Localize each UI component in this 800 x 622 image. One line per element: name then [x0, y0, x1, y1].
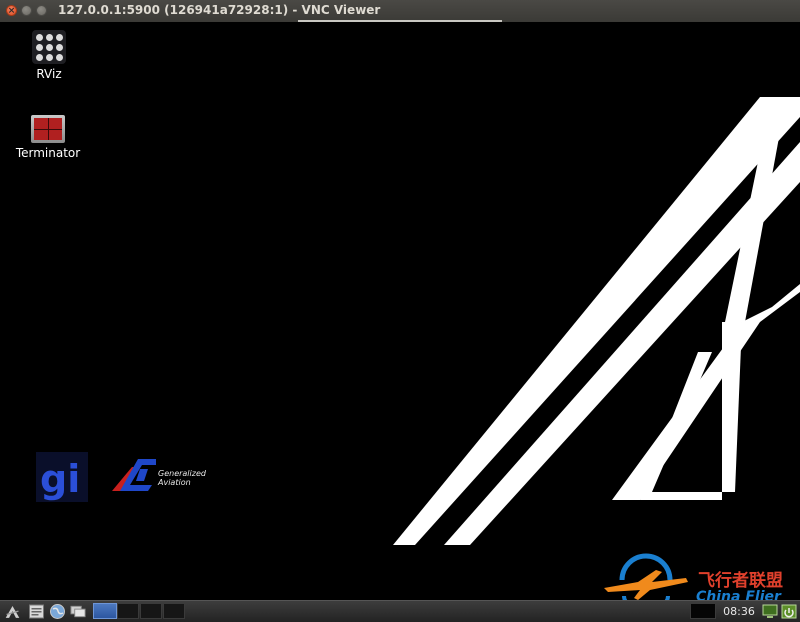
desktop-icon-rviz[interactable]: RViz [22, 30, 76, 81]
watermark-chinese-text: 飞行者联盟 [698, 571, 783, 591]
taskbar-task[interactable] [117, 603, 139, 619]
rviz-icon [32, 30, 66, 64]
show-desktop-icon[interactable] [70, 603, 87, 620]
start-menu-icon[interactable] [4, 603, 21, 620]
generalized-aviation-logo [112, 459, 156, 491]
taskbar: 08:36 [0, 600, 800, 622]
remote-desktop[interactable]: RViz Terminator gi Generalized Aviation … [0, 22, 800, 610]
window-minimize-button[interactable] [21, 5, 32, 16]
window-maximize-button[interactable] [36, 5, 47, 16]
taskbar-task[interactable] [140, 603, 162, 619]
logout-icon[interactable] [781, 604, 797, 619]
generalized-aviation-wordmark: Generalized Aviation [158, 469, 206, 487]
terminator-icon [31, 115, 65, 143]
wallpaper-graphic [393, 97, 800, 545]
window-close-button[interactable]: × [6, 5, 17, 16]
file-manager-icon[interactable] [28, 603, 45, 620]
desktop-icon-terminator[interactable]: Terminator [8, 115, 88, 160]
taskbar-task[interactable] [163, 603, 185, 619]
desktop-icon-label: RViz [36, 67, 62, 81]
gi-logo: gi [36, 452, 88, 502]
screen-lock-icon[interactable] [762, 604, 778, 619]
taskbar-clock[interactable]: 08:36 [719, 604, 759, 619]
desktop-icon-label: Terminator [15, 146, 81, 160]
window-title: 127.0.0.1:5900 (126941a72928:1) - VNC Vi… [58, 3, 381, 17]
svg-text:gi: gi [40, 457, 80, 501]
vnc-title-bar[interactable]: × 127.0.0.1:5900 (126941a72928:1) - VNC … [0, 0, 800, 23]
cpu-monitor[interactable] [690, 603, 716, 619]
taskbar-task-active[interactable] [93, 603, 117, 619]
web-browser-icon[interactable] [49, 603, 66, 620]
